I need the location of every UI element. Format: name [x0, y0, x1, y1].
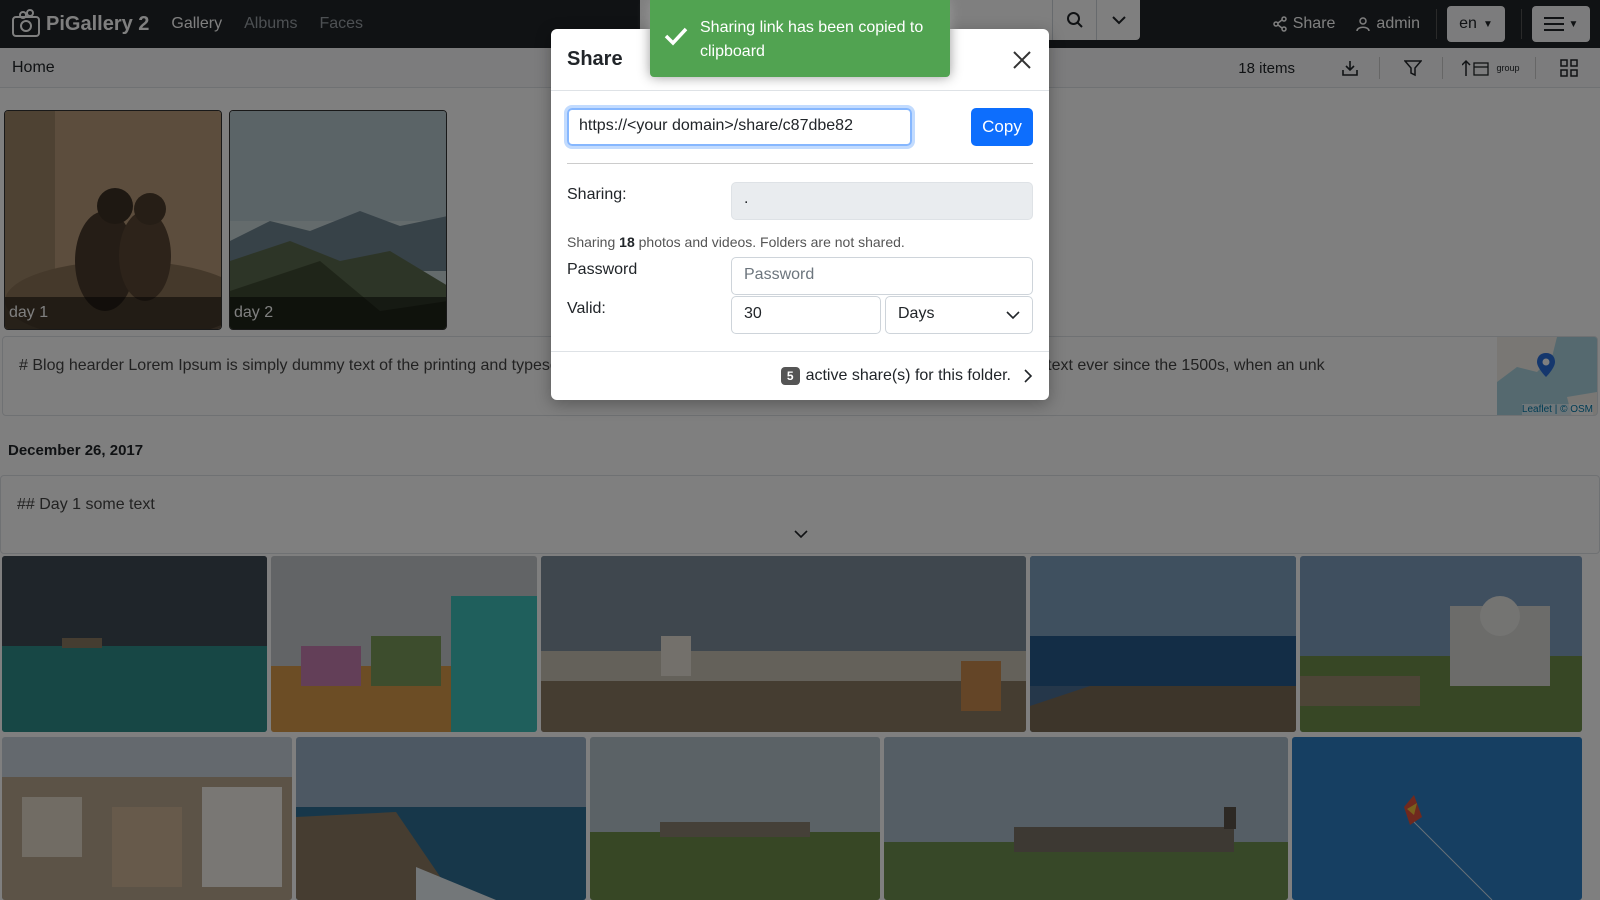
active-shares-text: active share(s) for this folder. [805, 367, 1011, 384]
modal-title: Share [567, 48, 623, 70]
note-count: 18 [619, 234, 635, 250]
chevron-right-icon[interactable] [1023, 369, 1033, 383]
share-url-input[interactable]: https://<your domain>/share/c87dbe82 [567, 108, 912, 146]
chevron-down-icon [1006, 311, 1020, 320]
valid-unit-select[interactable]: Days [885, 296, 1033, 334]
toast-message: Sharing link has been copied to clipboar… [700, 19, 924, 60]
sharing-label: Sharing: [567, 186, 627, 203]
valid-label: Valid: [567, 300, 606, 317]
copy-button[interactable]: Copy [971, 108, 1033, 146]
note-suffix: photos and videos. Folders are not share… [638, 234, 905, 250]
password-label: Password [567, 261, 638, 278]
sharing-path-field: . [731, 182, 1033, 220]
sharing-note: Sharing 18 photos and videos. Folders ar… [567, 234, 905, 250]
active-shares-link[interactable]: 5 active share(s) for this folder. [780, 367, 1011, 385]
modal-footer[interactable]: 5 active share(s) for this folder. [551, 351, 1049, 400]
success-toast[interactable]: Sharing link has been copied to clipboar… [650, 0, 950, 77]
active-share-count-badge: 5 [780, 367, 800, 385]
modal-divider [567, 163, 1033, 164]
valid-amount-input[interactable]: 30 [731, 296, 881, 334]
close-icon[interactable] [1009, 47, 1035, 73]
password-input[interactable]: Password [731, 257, 1033, 295]
valid-unit-value: Days [898, 305, 935, 322]
note-prefix: Sharing [567, 234, 616, 250]
checkmark-icon [664, 27, 688, 46]
share-modal: Share https://<your domain>/share/c87dbe… [551, 29, 1049, 400]
